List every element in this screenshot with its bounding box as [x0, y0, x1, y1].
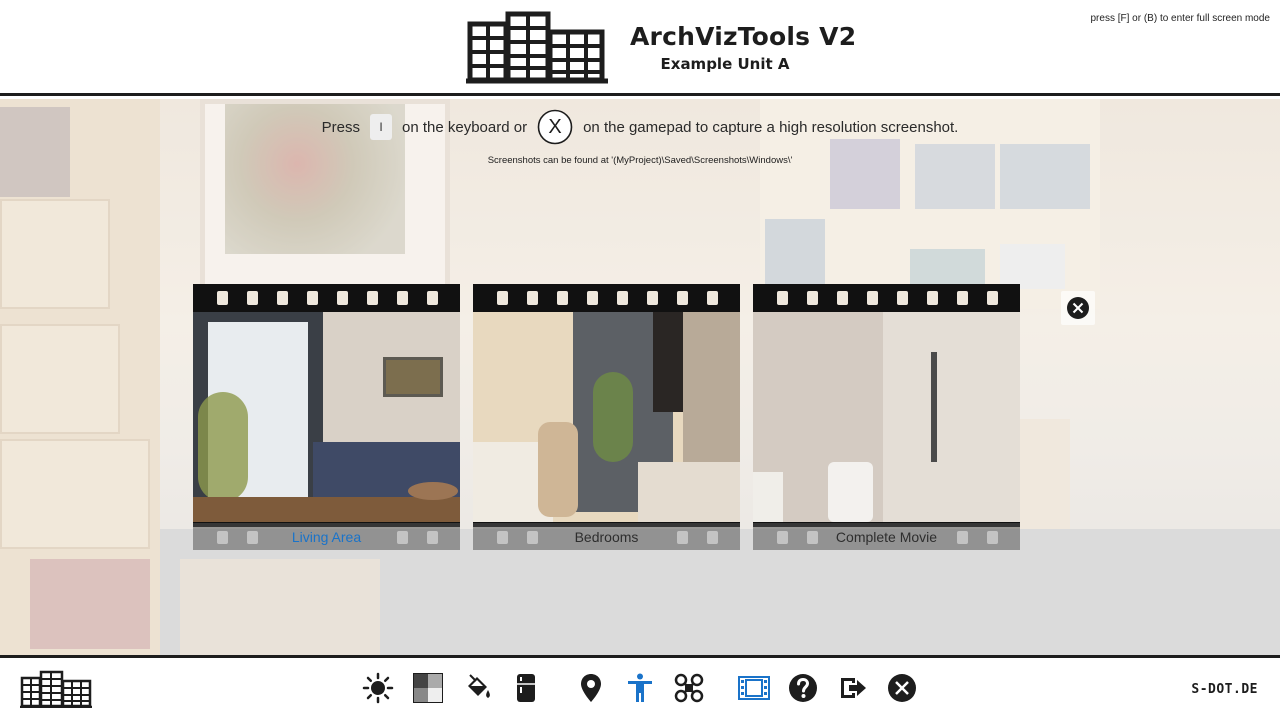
movie-label-bedrooms: Bedrooms [574, 529, 639, 545]
gamepad-x-icon: X [537, 109, 573, 145]
bottom-toolbar: S-DOT.DE [0, 655, 1280, 720]
brand-label[interactable]: S-DOT.DE [1191, 682, 1258, 697]
gamepad-x-label: X [548, 116, 562, 138]
header: ArchVizTools V2 Example Unit A press [F]… [0, 0, 1280, 96]
capture-instruction: Press I on the keyboard or X on the game… [0, 109, 1280, 145]
capture-gamepad-text: on the gamepad to capture a high resolut… [583, 118, 959, 136]
film-top-bar [193, 284, 460, 312]
walk-mode-icon[interactable] [624, 672, 656, 704]
movie-label-living-area: Living Area [291, 529, 362, 545]
archviz-logo-icon [466, 11, 608, 84]
sun-icon[interactable] [362, 672, 394, 704]
fridge-icon[interactable] [510, 672, 542, 704]
bedrooms-thumbnail [473, 312, 740, 522]
movie-card-living-area[interactable]: Living Area [193, 284, 460, 550]
screenshots-path-note: Screenshots can be found at '(MyProject)… [487, 155, 793, 166]
drone-icon[interactable] [673, 672, 705, 704]
complete-movie-thumbnail [753, 312, 1020, 522]
archviz-logo-small-icon[interactable] [20, 670, 92, 708]
help-icon[interactable] [787, 672, 819, 704]
movie-card-bedrooms[interactable]: Bedrooms [473, 284, 740, 550]
location-pin-icon[interactable] [575, 672, 607, 704]
movie-label-complete-movie: Complete Movie [835, 529, 938, 545]
unit-subtitle: Example Unit A [660, 55, 790, 73]
close-icon[interactable] [886, 672, 918, 704]
keyboard-key-badge: I [370, 114, 392, 140]
capture-keyboard-text: on the keyboard or [402, 118, 528, 136]
fullscreen-hint: press [F] or (B) to enter full screen mo… [1090, 13, 1270, 24]
close-circle-icon [1067, 297, 1089, 319]
film-top-bar [473, 284, 740, 312]
exit-icon[interactable] [837, 672, 869, 704]
paint-bucket-icon[interactable] [462, 672, 494, 704]
movie-card-complete-movie[interactable]: Complete Movie [753, 284, 1020, 550]
film-icon[interactable] [738, 672, 770, 704]
capture-press-text: Press [321, 118, 360, 136]
film-top-bar [753, 284, 1020, 312]
material-grid-icon[interactable] [412, 672, 444, 704]
living-area-thumbnail [193, 312, 460, 522]
close-movies-button[interactable] [1061, 291, 1095, 325]
app-title: ArchVizTools V2 [630, 22, 857, 51]
